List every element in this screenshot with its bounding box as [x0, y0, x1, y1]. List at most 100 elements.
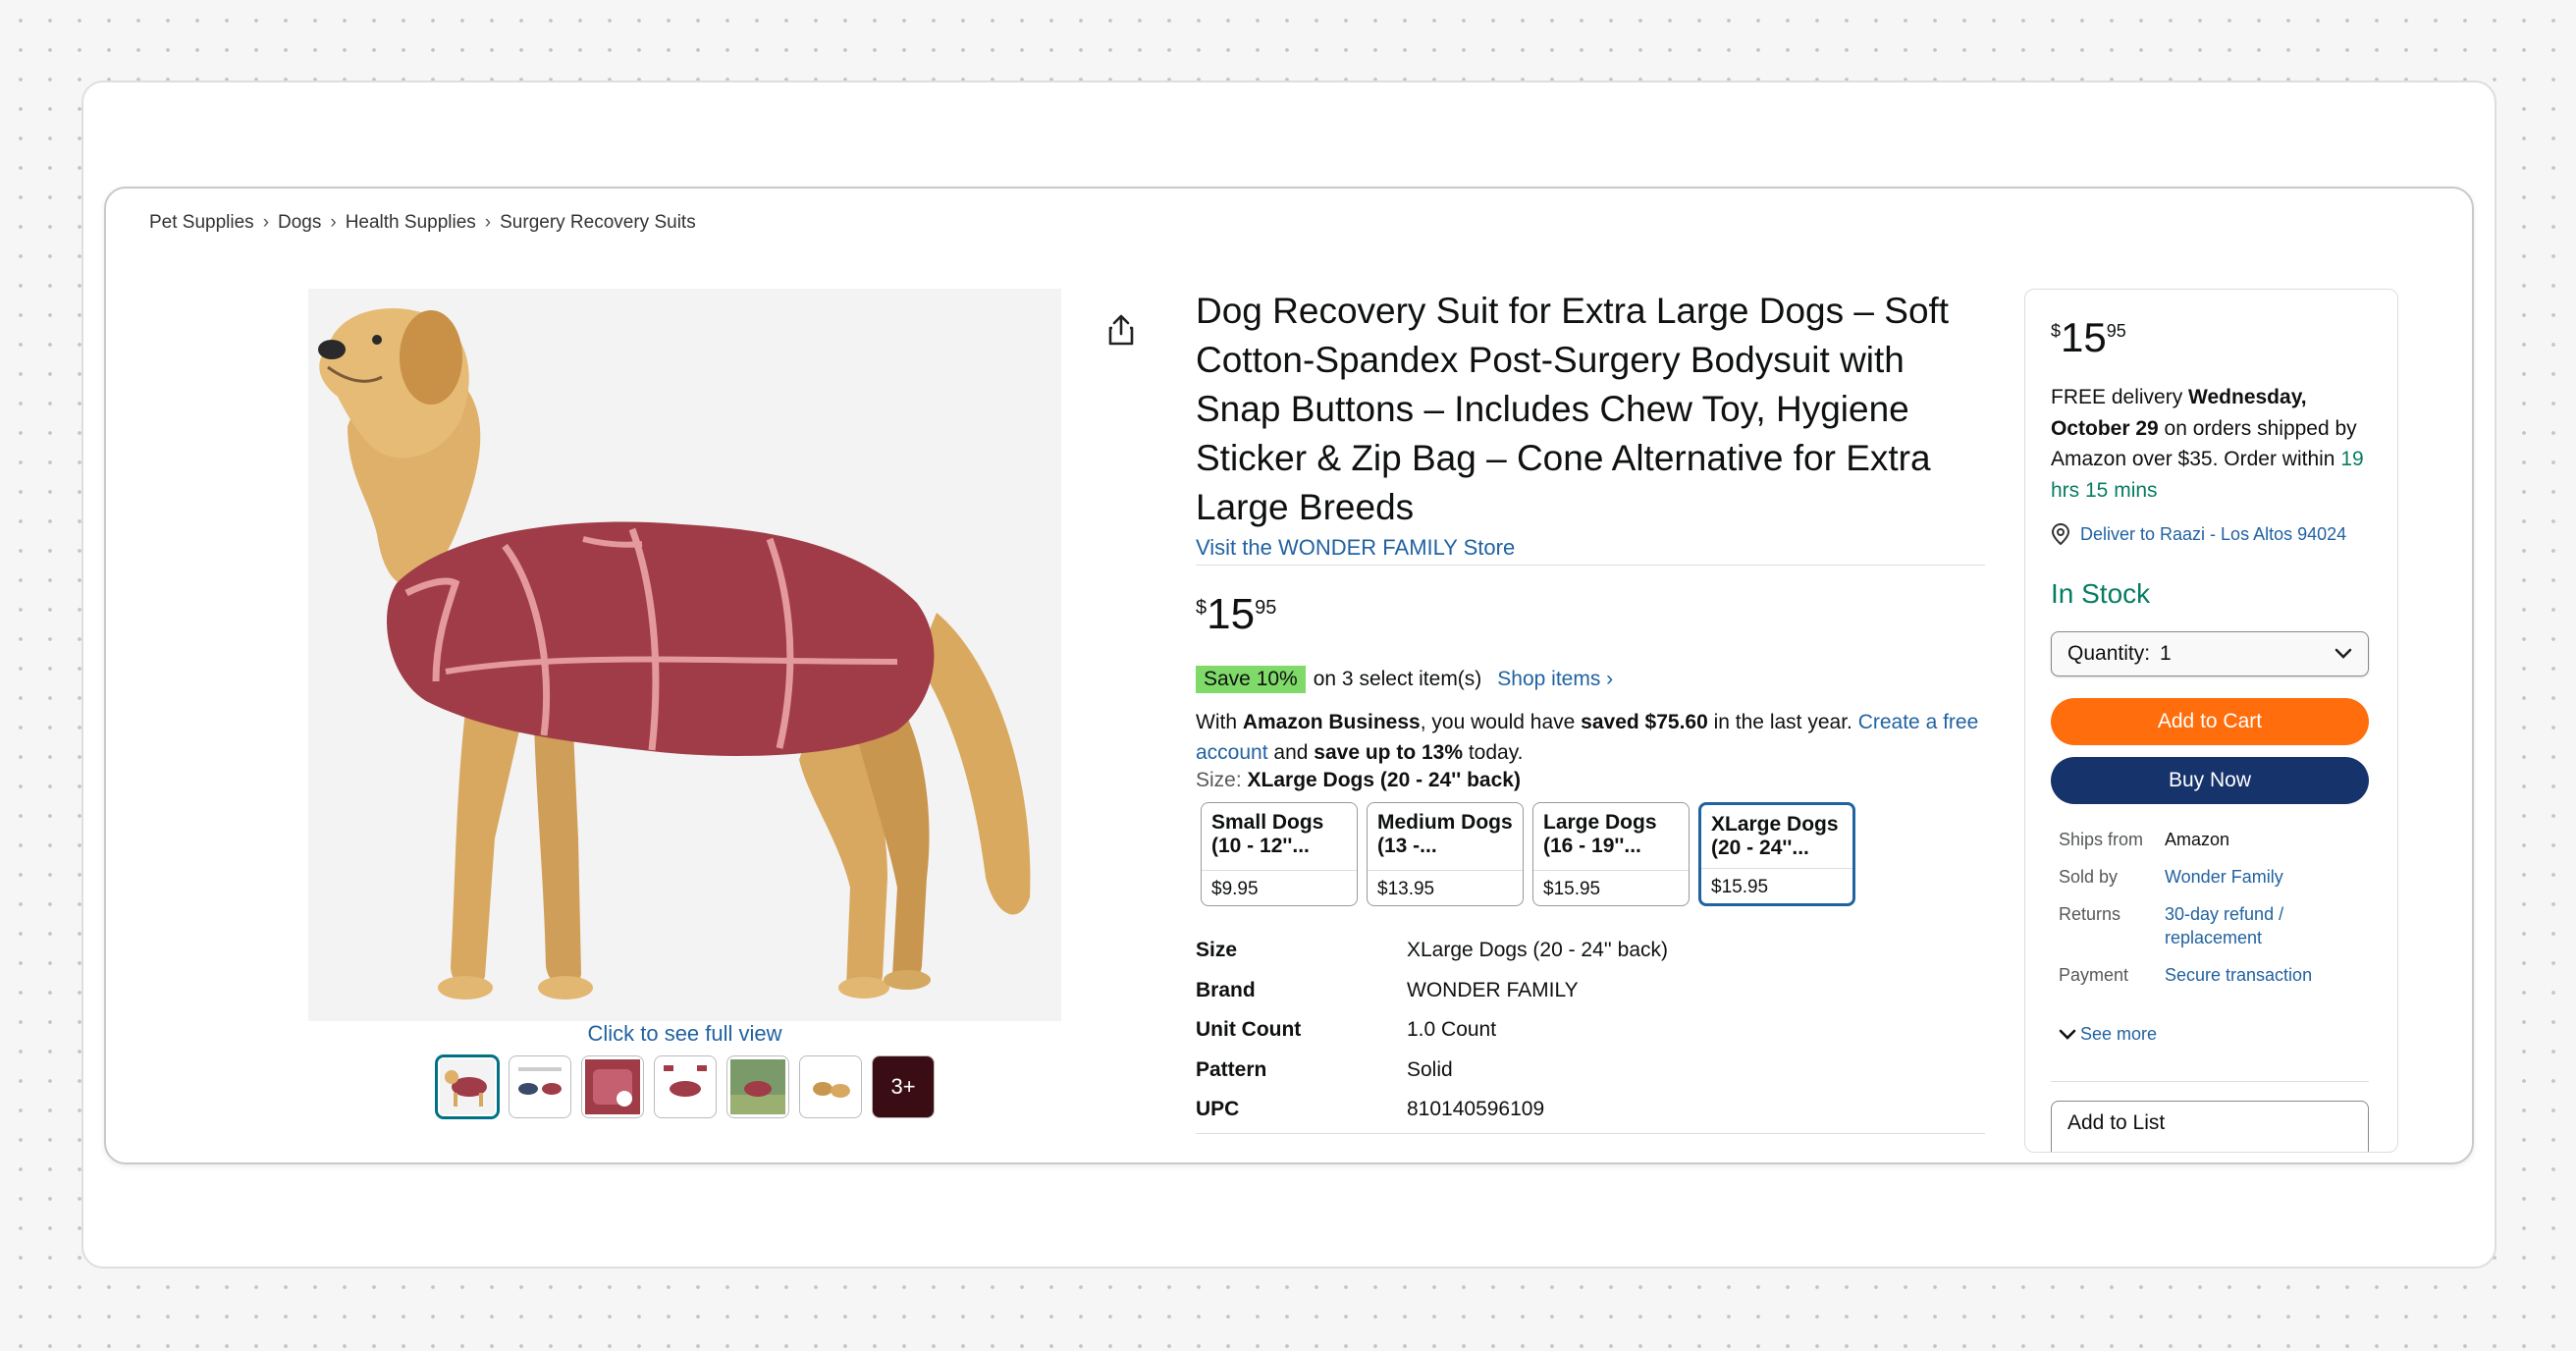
shop-items-link[interactable]: Shop items ›: [1497, 668, 1613, 691]
product-title: Dog Recovery Suit for Extra Large Dogs –…: [1196, 291, 1950, 527]
price-currency: $: [2051, 321, 2062, 341]
text-bold: saved $75.60: [1581, 711, 1708, 733]
thumbnail-image: [658, 1059, 713, 1114]
thumbnail-strip: 3+: [436, 1055, 935, 1118]
info-key: Sold by: [2059, 867, 2119, 887]
selected-size: XLarge Dogs (20 - 24'' back): [1247, 769, 1521, 791]
breadcrumb-separator-icon: ›: [330, 212, 337, 233]
spec-key: Brand: [1196, 978, 1256, 1001]
spec-row: Unit Count 1.0 Count: [1196, 1010, 1668, 1051]
breadcrumb-separator-icon: ›: [262, 212, 270, 233]
size-option-price: $15.95: [1533, 870, 1689, 905]
thumbnail[interactable]: [799, 1055, 862, 1118]
deliver-to-location[interactable]: Deliver to Raazi - Los Altos 94024: [2051, 523, 2346, 545]
buy-now-button[interactable]: Buy Now: [2051, 757, 2369, 804]
location-text: Deliver to Raazi - Los Altos 94024: [2080, 523, 2347, 544]
size-option-price: $15.95: [1701, 868, 1852, 903]
text: today.: [1463, 741, 1524, 764]
size-option-name: XLarge Dogs (20 - 24''...: [1711, 813, 1839, 859]
text: With: [1196, 711, 1243, 733]
info-value: Amazon: [2165, 830, 2230, 849]
divider: [2051, 1081, 2369, 1082]
breadcrumb: Pet Supplies › Dogs › Health Supplies › …: [149, 212, 696, 234]
price-currency: $: [1196, 597, 1208, 619]
divider: [1196, 1133, 1985, 1134]
store-link[interactable]: Visit the WONDER FAMILY Store: [1196, 535, 1515, 561]
product-specs: Size XLarge Dogs (20 - 24'' back) Brand WO…: [1196, 931, 1668, 1130]
price-whole: 15: [1207, 590, 1256, 638]
size-option-price: $13.95: [1368, 870, 1523, 905]
breadcrumb-separator-icon: ›: [484, 212, 492, 233]
save-text: on 3 select item(s): [1313, 668, 1482, 690]
size-label: Size: XLarge Dogs (20 - 24'' back): [1196, 769, 1521, 792]
more-images-thumbnail[interactable]: 3+: [872, 1055, 935, 1118]
text: and: [1267, 741, 1315, 764]
thumbnail-image: [512, 1059, 567, 1114]
thumbnail[interactable]: [726, 1055, 789, 1118]
add-to-cart-button[interactable]: Add to Cart: [2051, 698, 2369, 745]
thumbnail-image: [585, 1059, 640, 1114]
chevron-down-icon: [2334, 648, 2352, 659]
info-key: Ships from: [2059, 830, 2144, 849]
size-option-name: Medium Dogs (13 -...: [1377, 811, 1513, 857]
size-selector: Small Dogs (10 - 12''... $9.95 Medium Do…: [1201, 802, 1855, 906]
quantity-select[interactable]: Quantity: 1: [2051, 631, 2369, 676]
info-row: Returns 30-day refund / replacement: [2059, 902, 2341, 949]
product-price: $ 15 95: [1196, 591, 1276, 638]
returns-link[interactable]: 30-day refund / replacement: [2165, 902, 2341, 949]
size-option-name: Large Dogs (16 - 19''...: [1543, 811, 1657, 857]
size-option[interactable]: Medium Dogs (13 -... $13.95: [1367, 802, 1524, 906]
spec-row: Size XLarge Dogs (20 - 24'' back): [1196, 931, 1668, 971]
text: , you would have: [1420, 711, 1582, 733]
payment-link[interactable]: Secure transaction: [2165, 963, 2341, 987]
breadcrumb-item[interactable]: Surgery Recovery Suits: [500, 212, 696, 234]
spec-row: Brand WONDER FAMILY: [1196, 971, 1668, 1011]
buybox-price: $ 15 95: [2051, 315, 2126, 360]
thumbnail-image: [730, 1059, 785, 1114]
save-badge: Save 10%: [1196, 666, 1306, 693]
info-row: Ships from Amazon: [2059, 828, 2341, 851]
size-label-prefix: Size:: [1196, 769, 1248, 791]
delivery-info: FREE delivery Wednesday, October 29 on o…: [2051, 382, 2385, 506]
spec-key: UPC: [1196, 1098, 1240, 1121]
text-bold: save up to 13%: [1314, 741, 1464, 764]
size-option[interactable]: Large Dogs (16 - 19''... $15.95: [1532, 802, 1690, 906]
see-more-link[interactable]: See more: [2059, 1024, 2157, 1045]
info-key: Returns: [2059, 904, 2121, 924]
spec-value: WONDER FAMILY: [1407, 978, 1579, 1001]
spec-value: XLarge Dogs (20 - 24'' back): [1407, 939, 1668, 962]
add-to-list-button[interactable]: Add to List: [2051, 1101, 2369, 1152]
info-key: Payment: [2059, 965, 2129, 985]
buy-box: $ 15 95 FREE delivery Wednesday, October…: [2024, 289, 2398, 1153]
spec-row: Pattern Solid: [1196, 1051, 1668, 1091]
thumbnail[interactable]: [436, 1055, 499, 1118]
spec-key: Size: [1196, 939, 1238, 962]
quantity-label: Quantity:: [2067, 642, 2151, 665]
text: in the last year.: [1707, 711, 1858, 733]
price-fraction: 95: [2106, 321, 2126, 341]
size-option-selected[interactable]: XLarge Dogs (20 - 24''... $15.95: [1698, 802, 1855, 906]
dog-in-recovery-suit-image: [308, 289, 1061, 1021]
breadcrumb-item[interactable]: Health Supplies: [346, 212, 476, 234]
see-more-label: See more: [2080, 1024, 2158, 1044]
seller-info: Ships from Amazon Sold by Wonder Family Re…: [2059, 828, 2341, 1000]
thumbnail[interactable]: [509, 1055, 571, 1118]
price-fraction: 95: [1255, 597, 1277, 619]
full-view-link[interactable]: Click to see full view: [308, 1021, 1061, 1047]
thumbnail[interactable]: [581, 1055, 644, 1118]
text-bold: Amazon Business: [1242, 711, 1421, 733]
thumbnail[interactable]: [654, 1055, 717, 1118]
main-product-image[interactable]: [308, 289, 1061, 1021]
thumbnail-image: [803, 1059, 858, 1114]
share-icon[interactable]: [1103, 312, 1139, 348]
breadcrumb-item[interactable]: Pet Supplies: [149, 212, 254, 234]
stock-status: In Stock: [2051, 578, 2151, 609]
thumbnail-image: [440, 1059, 495, 1114]
breadcrumb-item[interactable]: Dogs: [278, 212, 321, 234]
size-option[interactable]: Small Dogs (10 - 12''... $9.95: [1201, 802, 1358, 906]
spec-key: Pattern: [1196, 1057, 1267, 1081]
text: FREE delivery: [2051, 386, 2189, 408]
spec-row: UPC 810140596109: [1196, 1090, 1668, 1130]
size-option-name: Small Dogs (10 - 12''...: [1211, 811, 1324, 857]
seller-link[interactable]: Wonder Family: [2165, 865, 2341, 889]
